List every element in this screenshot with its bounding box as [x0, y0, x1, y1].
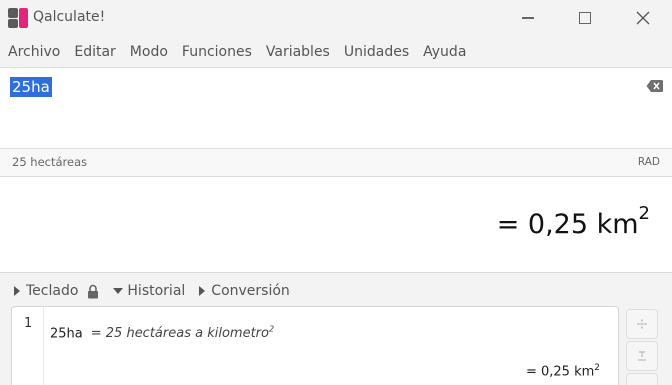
history-result-exponent: 2 [594, 363, 600, 373]
divide-lines-icon [637, 319, 647, 329]
history-result-text: = 0,25 km [525, 364, 595, 380]
title-bar: Qalculate! [0, 0, 672, 36]
menu-funciones[interactable]: Funciones [175, 40, 259, 64]
menu-modo[interactable]: Modo [123, 40, 175, 64]
menu-bar: Archivo Editar Modo Funciones Variables … [0, 40, 473, 64]
expression-editor[interactable]: 25ha [0, 67, 672, 149]
keypad-expander[interactable]: Teclado [14, 283, 99, 299]
backspace-clear-icon[interactable] [646, 79, 664, 93]
history-parsed: = 25 hectáreas a kilometro2 [90, 325, 275, 342]
close-icon [636, 11, 650, 25]
maximize-icon [579, 12, 591, 24]
result-display: = 0,25 km2 [0, 177, 672, 273]
expander-bar: Teclado Historial Conversión [0, 278, 304, 304]
history-gutter: 1 [12, 307, 44, 385]
close-button[interactable] [614, 0, 672, 36]
history-insert-text-button[interactable] [626, 341, 658, 371]
minimize-button[interactable] [499, 0, 557, 36]
history-parsed-exponent: 2 [268, 325, 275, 334]
result-value: = 0,25 km2 [496, 203, 650, 240]
status-bar: 25 hectáreas RAD [0, 149, 672, 177]
expand-down-icon [113, 288, 124, 294]
conversion-expander[interactable]: Conversión [199, 283, 290, 299]
expression-input[interactable]: 25ha [10, 77, 52, 97]
history-expander[interactable]: Historial [113, 283, 185, 299]
menu-editar[interactable]: Editar [67, 40, 122, 64]
history-label: Historial [127, 283, 186, 299]
menu-unidades[interactable]: Unidades [337, 40, 416, 64]
keypad-label: Teclado [26, 283, 79, 299]
history-expression[interactable]: 25ha = 25 hectáreas a kilometro2 [50, 325, 274, 341]
history-more-button[interactable] [626, 373, 658, 385]
expand-right-icon [14, 286, 20, 296]
history-index: 1 [24, 316, 33, 331]
angle-mode-indicator[interactable]: RAD [638, 156, 660, 168]
history-result[interactable]: = 0,25 km2 [526, 363, 600, 379]
maximize-button[interactable] [556, 0, 614, 36]
app-icon [8, 8, 28, 28]
result-main: = 0,25 km [496, 209, 639, 240]
parsed-expression: 25 hectáreas [12, 155, 88, 169]
expand-right-icon [199, 286, 206, 296]
menu-ayuda[interactable]: Ayuda [416, 40, 473, 64]
window-title: Qalculate! [33, 9, 106, 25]
lock-icon[interactable] [87, 284, 99, 299]
history-operators-button[interactable] [626, 309, 658, 339]
text-insert-icon [638, 351, 646, 361]
result-exponent: 2 [638, 203, 650, 224]
history-list[interactable]: 1 25ha = 25 hectáreas a kilometro2 = 0,25… [11, 306, 619, 385]
history-input: 25ha [50, 326, 83, 342]
menu-variables[interactable]: Variables [259, 40, 337, 64]
history-parsed-text: = 25 hectáreas a kilometro [90, 326, 269, 342]
menu-archivo[interactable]: Archivo [0, 40, 67, 64]
conversion-label: Conversión [211, 283, 290, 299]
minimize-icon [522, 17, 534, 19]
